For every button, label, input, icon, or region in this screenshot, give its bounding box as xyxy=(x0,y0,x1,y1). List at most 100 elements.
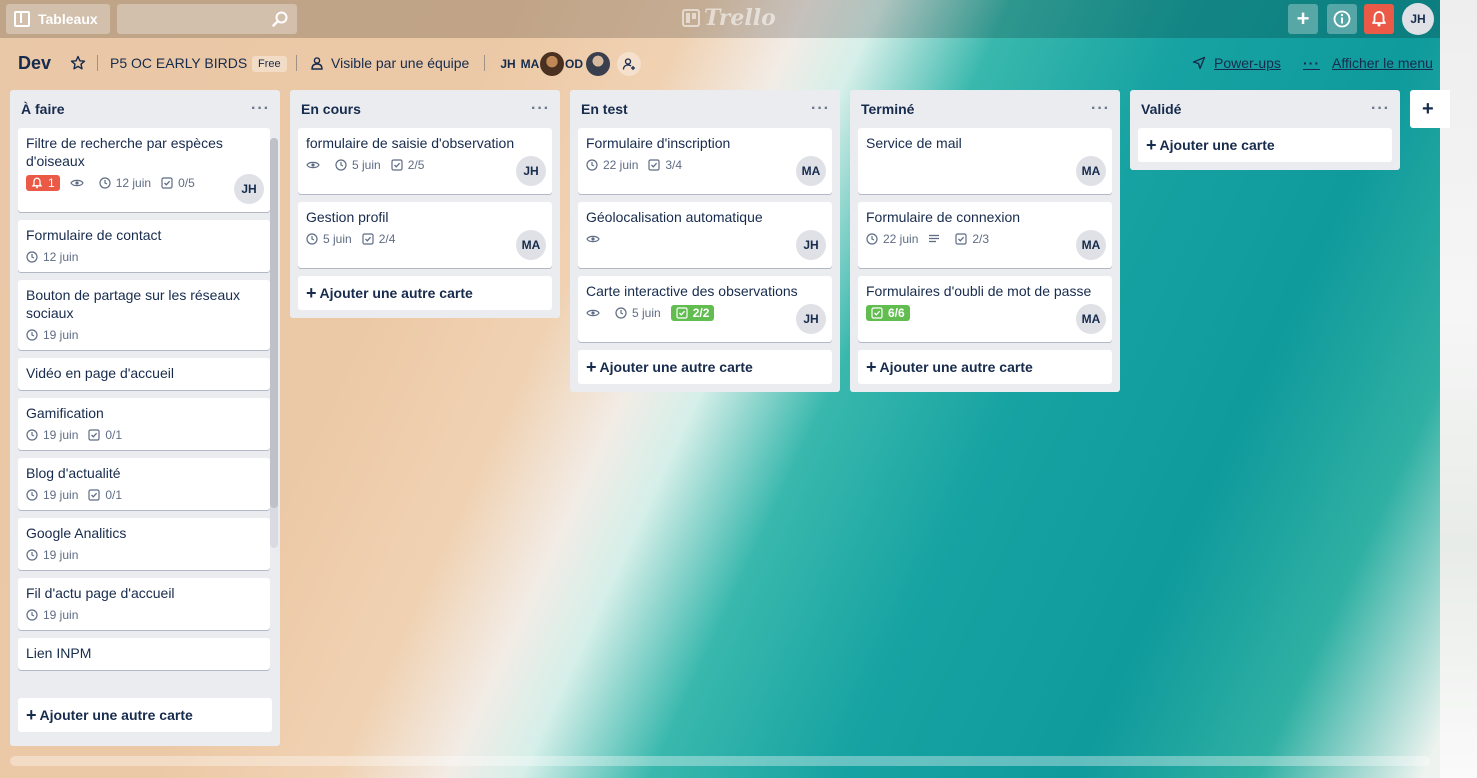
card-badges: 5 juin 2/2 xyxy=(586,302,824,324)
list-title[interactable]: À faire xyxy=(21,101,65,117)
card[interactable]: Formulaire de contact 12 juin xyxy=(18,220,270,272)
card[interactable]: Service de mail MA xyxy=(858,128,1112,194)
eye-icon xyxy=(586,235,600,243)
eye-icon xyxy=(306,161,320,169)
card-title: Google Analitics xyxy=(26,525,127,541)
card-member-avatar[interactable]: MA xyxy=(516,230,546,260)
card[interactable]: Gamification 19 juin 0/1 xyxy=(18,398,270,450)
powerups-button[interactable]: Power-ups xyxy=(1192,55,1281,71)
info-button[interactable] xyxy=(1327,4,1357,34)
card-title: Formulaire de connexion xyxy=(866,209,1021,225)
star-icon[interactable] xyxy=(70,55,86,71)
card[interactable]: Lien INPM xyxy=(18,638,270,670)
card-badges: 19 juin 0/1 xyxy=(26,424,262,446)
due-date-badge: 19 juin xyxy=(26,328,78,342)
add-card-button[interactable]: + Ajouter une autre carte xyxy=(298,276,552,310)
list-scrollbar[interactable] xyxy=(270,138,278,548)
list-title[interactable]: En cours xyxy=(301,101,361,117)
card[interactable]: Bouton de partage sur les réseaux sociau… xyxy=(18,280,270,350)
create-button[interactable]: + xyxy=(1288,4,1318,34)
search-input[interactable] xyxy=(117,4,297,34)
card[interactable]: Formulaire d'inscription 22 juin 3/4 MA xyxy=(578,128,832,194)
clock-icon xyxy=(26,429,38,441)
eye-icon xyxy=(69,179,84,187)
card-member-avatar[interactable]: JH xyxy=(516,156,546,186)
notifications-button[interactable] xyxy=(1364,4,1394,34)
due-date: 19 juin xyxy=(43,328,79,342)
card[interactable]: Géolocalisation automatique JH xyxy=(578,202,832,268)
show-menu-button[interactable]: ··· Afficher le menu xyxy=(1303,55,1433,71)
member-photo[interactable] xyxy=(586,52,610,76)
checklist-count: 2/4 xyxy=(378,232,396,246)
card-member-avatar[interactable]: MA xyxy=(796,156,826,186)
checklist-complete-badge: 2/2 xyxy=(670,305,715,321)
member-avatar[interactable]: JH xyxy=(496,52,520,76)
list-header[interactable]: En cours ··· xyxy=(290,90,560,128)
visibility-button[interactable]: Visible par une équipe xyxy=(310,55,469,71)
card[interactable]: Google Analitics 19 juin xyxy=(18,518,270,570)
list-menu-icon[interactable]: ··· xyxy=(811,100,830,118)
card[interactable]: Formulaires d'oubli de mot de passe 6/6 … xyxy=(858,276,1112,342)
card-badges: 22 juin 3/4 xyxy=(586,154,824,176)
add-card-button[interactable]: + Ajouter une carte xyxy=(1138,128,1392,162)
member-avatar[interactable]: MA xyxy=(518,52,542,76)
search-icon[interactable] xyxy=(271,10,289,28)
checklist-icon xyxy=(362,233,374,245)
more-icon: ··· xyxy=(1303,55,1320,71)
card[interactable]: Filtre de recherche par espèces d'oiseau… xyxy=(18,128,270,212)
list-header[interactable]: Terminé ··· xyxy=(850,90,1120,128)
card[interactable]: Fil d'actu page d'accueil 19 juin xyxy=(18,578,270,630)
card-member-avatar[interactable]: JH xyxy=(796,230,826,260)
add-card-button[interactable]: + Ajouter une autre carte xyxy=(18,698,272,732)
checklist-icon xyxy=(391,159,403,171)
list-header[interactable]: En test ··· xyxy=(570,90,840,128)
add-card-button[interactable]: + Ajouter une autre carte xyxy=(858,350,1112,384)
boards-button[interactable]: Tableaux xyxy=(6,4,110,34)
checklist-count: 0/5 xyxy=(178,176,195,190)
card-member-avatar[interactable]: JH xyxy=(234,174,264,204)
card[interactable]: Vidéo en page d'accueil xyxy=(18,358,270,390)
member-photo[interactable] xyxy=(540,52,564,76)
board-icon xyxy=(14,11,30,27)
card[interactable]: Carte interactive des observations 5 jui… xyxy=(578,276,832,342)
card-title: Lien INPM xyxy=(26,645,92,661)
list-title[interactable]: Terminé xyxy=(861,101,914,117)
card[interactable]: Formulaire de connexion 22 juin 2/3 MA xyxy=(858,202,1112,268)
add-member-button[interactable] xyxy=(617,52,641,76)
list-title[interactable]: En test xyxy=(581,101,628,117)
card-badges: 19 juin 0/1 xyxy=(26,484,262,506)
list-menu-icon[interactable]: ··· xyxy=(531,100,550,118)
watch-badge xyxy=(306,160,325,170)
list-menu-icon[interactable]: ··· xyxy=(1371,100,1390,118)
list-title[interactable]: Validé xyxy=(1141,101,1181,117)
card-member-avatar[interactable]: MA xyxy=(1076,156,1106,186)
boards-label: Tableaux xyxy=(38,11,98,27)
scrollbar-thumb[interactable] xyxy=(270,138,278,508)
card[interactable]: formulaire de saisie d'observation 5 jui… xyxy=(298,128,552,194)
card-title: Formulaire d'inscription xyxy=(586,135,731,151)
card-member-avatar[interactable]: MA xyxy=(1076,304,1106,334)
add-card-button[interactable]: + Ajouter une autre carte xyxy=(578,350,832,384)
board-title[interactable]: Dev xyxy=(18,53,51,74)
separator xyxy=(296,55,297,71)
list-menu-icon[interactable]: ··· xyxy=(251,100,270,118)
due-date: 5 juin xyxy=(632,306,661,320)
card[interactable]: Blog d'actualité 19 juin 0/1 xyxy=(18,458,270,510)
bell-icon xyxy=(1372,11,1386,27)
add-card-label: Ajouter une autre carte xyxy=(599,359,753,375)
watch-badge xyxy=(586,234,605,244)
card-title: Gestion profil xyxy=(306,209,389,225)
list-header[interactable]: Validé ··· xyxy=(1130,90,1400,128)
card-member-avatar[interactable]: MA xyxy=(1076,230,1106,260)
team-name[interactable]: P5 OC EARLY BIRDS xyxy=(110,55,247,71)
add-list-button[interactable]: + xyxy=(1410,90,1450,128)
card-member-avatar[interactable]: JH xyxy=(796,304,826,334)
member-avatar[interactable]: OD xyxy=(562,52,586,76)
user-avatar[interactable]: JH xyxy=(1402,3,1434,35)
card-badges: 6/6 xyxy=(866,302,1104,324)
list-header[interactable]: À faire ··· xyxy=(10,90,280,128)
list-menu-icon[interactable]: ··· xyxy=(1091,100,1110,118)
board-horizontal-scrollbar[interactable] xyxy=(10,756,1430,766)
card[interactable]: Gestion profil 5 juin 2/4 MA xyxy=(298,202,552,268)
trello-logo[interactable]: Trello xyxy=(682,5,776,31)
